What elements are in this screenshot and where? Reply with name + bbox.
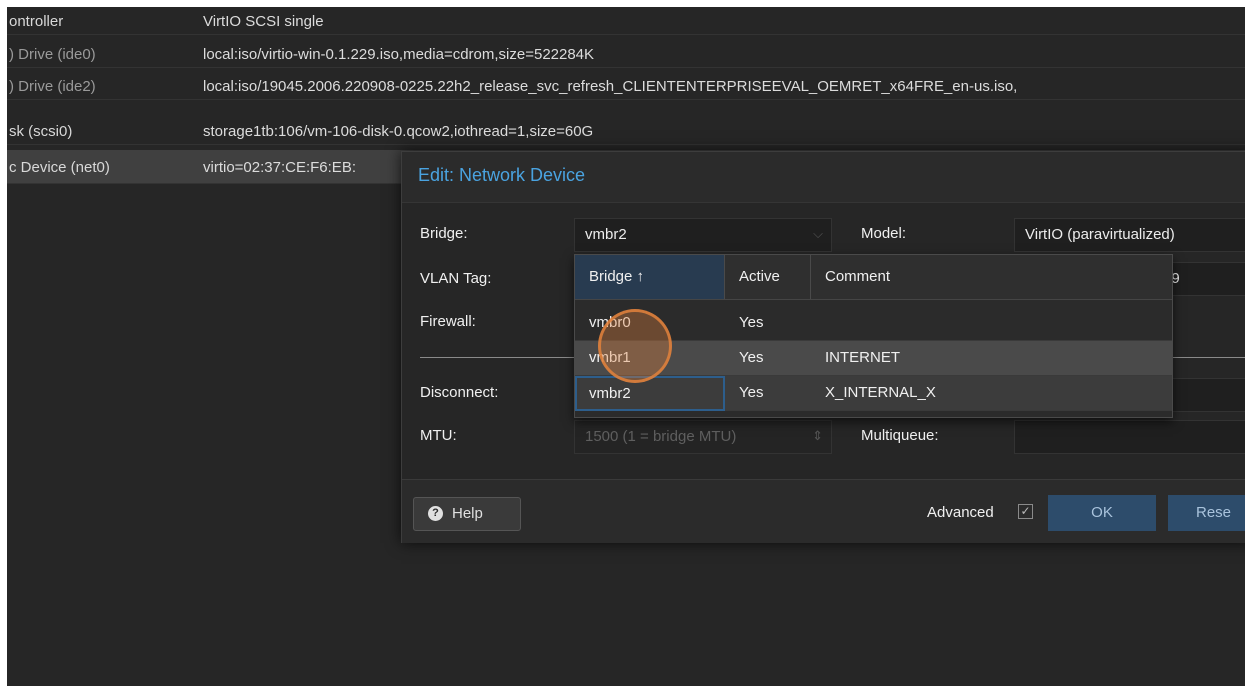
grid-header: Bridge ↑ Active Comment (575, 255, 1172, 300)
model-combobox[interactable]: VirtIO (paravirtualized) (1014, 218, 1245, 252)
disconnect-label: Disconnect: (420, 384, 499, 401)
vlan-tag-label: VLAN Tag: (420, 270, 492, 287)
bridge-name: vmbr2 (575, 376, 725, 411)
hardware-row-cd-drive-ide2[interactable]: ) Drive (ide2) local:iso/19045.2006.2209… (7, 72, 1245, 100)
mtu-field[interactable]: 1500 (1 = bridge MTU) ⇕ (574, 420, 832, 454)
help-button-label: Help (452, 505, 483, 522)
spinner-icon[interactable]: ⇕ (812, 428, 823, 444)
bridge-comment (811, 306, 1172, 340)
dialog-footer: ? Help Advanced ✓ OK Rese (402, 479, 1245, 543)
click-highlight-indicator (598, 309, 672, 383)
bridge-active: Yes (739, 314, 764, 331)
multiqueue-field[interactable] (1014, 420, 1245, 454)
column-header-comment[interactable]: Comment (811, 255, 1172, 299)
hardware-key: ontroller (9, 13, 64, 30)
question-circle-icon: ? (428, 506, 443, 521)
hardware-row-scsi-controller[interactable]: ontroller VirtIO SCSI single (7, 7, 1245, 35)
hardware-value: local:iso/19045.2006.220908-0225.22h2_re… (203, 78, 1018, 95)
mtu-label: MTU: (420, 427, 457, 444)
hardware-row-hard-disk-scsi0[interactable]: sk (scsi0) storage1tb:106/vm-106-disk-0.… (7, 117, 1245, 145)
column-header-active[interactable]: Active (725, 255, 811, 299)
chevron-down-icon[interactable]: ⌵ (813, 226, 823, 242)
bridge-comment: X_INTERNAL_X (825, 384, 936, 401)
bridge-active: Yes (739, 384, 764, 401)
column-header-bridge[interactable]: Bridge ↑ (575, 255, 725, 299)
hardware-key: sk (scsi0) (9, 123, 73, 140)
reset-button[interactable]: Rese (1168, 495, 1245, 531)
bridge-option-vmbr2[interactable]: vmbr2 Yes X_INTERNAL_X (575, 376, 1172, 411)
hardware-value: VirtIO SCSI single (203, 13, 324, 30)
hardware-key: ) Drive (ide2) (9, 78, 96, 95)
hardware-value: storage1tb:106/vm-106-disk-0.qcow2,iothr… (203, 123, 594, 140)
bridge-comment: INTERNET (825, 349, 900, 366)
mtu-placeholder: 1500 (1 = bridge MTU) (585, 428, 737, 445)
bridge-label: Bridge: (420, 225, 468, 242)
advanced-label: Advanced (927, 504, 994, 521)
hardware-value: local:iso/virtio-win-0.1.229.iso,media=c… (203, 46, 595, 63)
hardware-key: ) Drive (ide0) (9, 46, 96, 63)
multiqueue-label: Multiqueue: (861, 427, 939, 444)
advanced-checkbox[interactable]: ✓ (1018, 504, 1033, 519)
hardware-row-cd-drive-ide0[interactable]: ) Drive (ide0) local:iso/virtio-win-0.1.… (7, 40, 1245, 68)
firewall-label: Firewall: (420, 313, 476, 330)
model-label: Model: (861, 225, 907, 242)
bridge-active: Yes (739, 349, 764, 366)
bridge-value: vmbr2 (585, 226, 627, 243)
bridge-combobox[interactable]: vmbr2 ⌵ (574, 218, 832, 252)
model-value: VirtIO (paravirtualized) (1025, 226, 1175, 243)
dialog-title: Edit: Network Device (418, 165, 586, 185)
ok-button[interactable]: OK (1048, 495, 1156, 531)
hardware-key: c Device (net0) (9, 159, 110, 176)
hardware-value: virtio=02:37:CE:F6:EB: (203, 159, 356, 176)
help-button[interactable]: ? Help (413, 497, 521, 531)
